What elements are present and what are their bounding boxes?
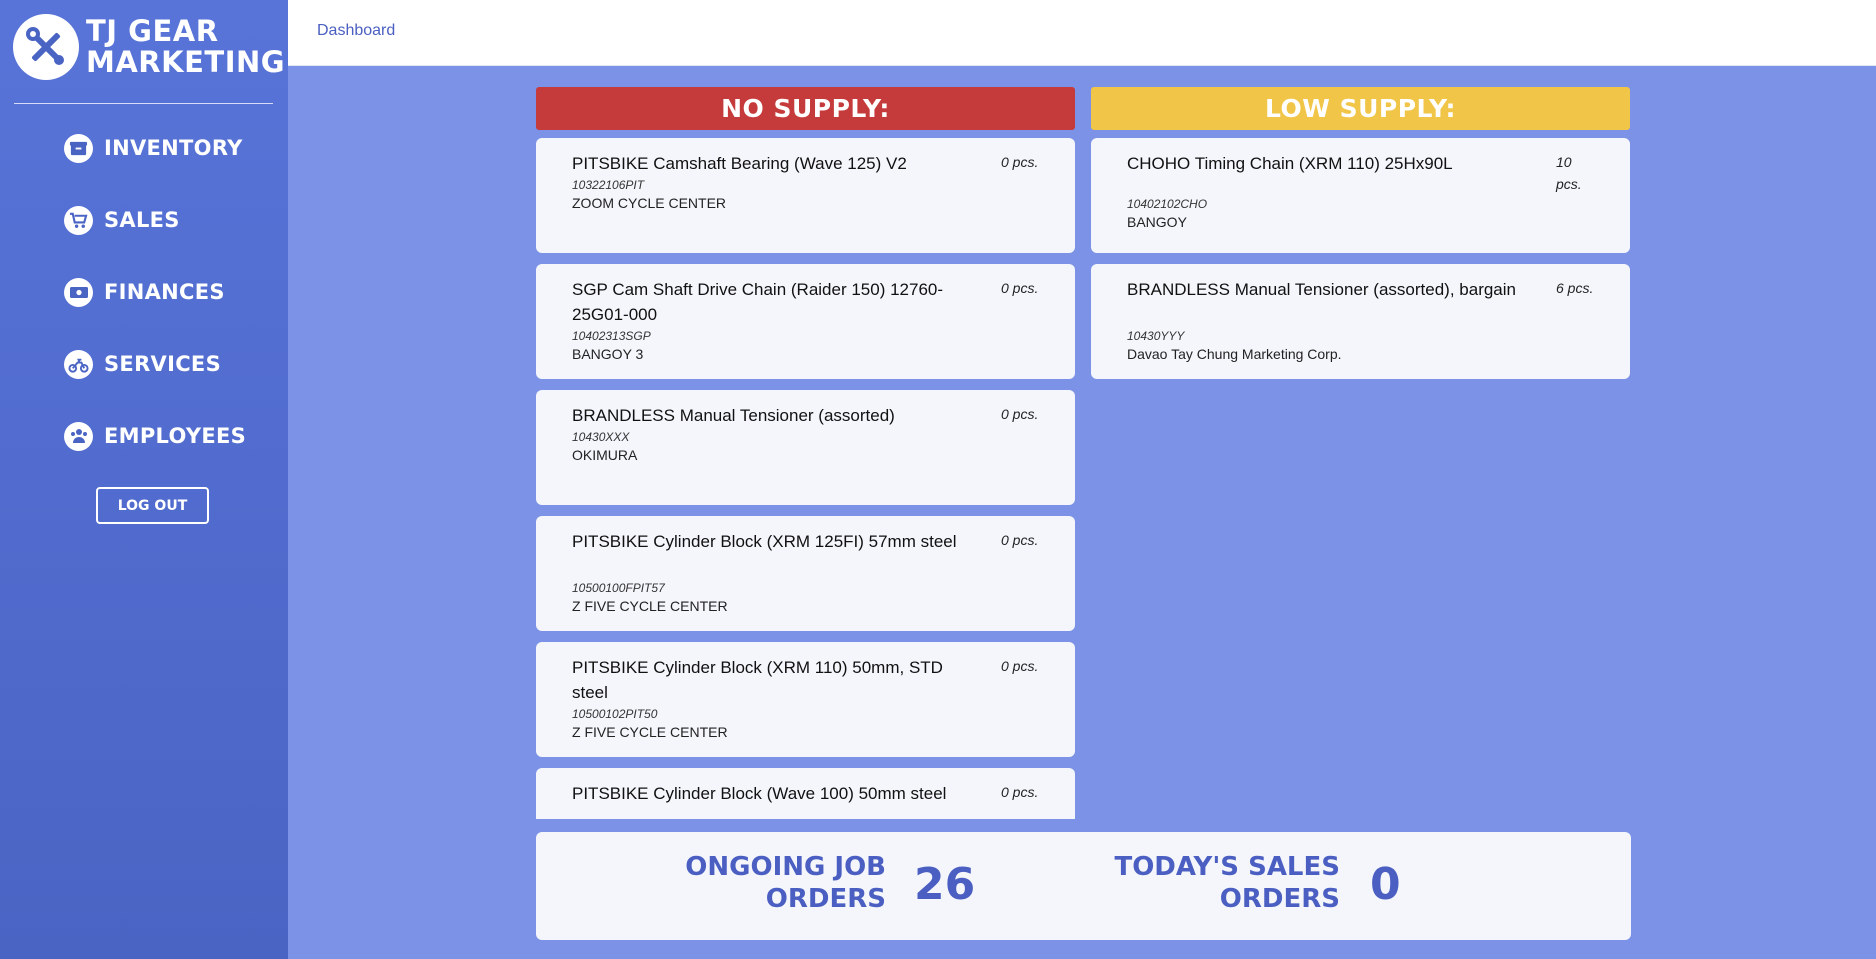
cash-icon bbox=[64, 277, 93, 307]
item-name: PITSBIKE Cylinder Block (XRM 110) 50mm, … bbox=[572, 658, 943, 702]
item-code: 10430YYY bbox=[1127, 329, 1185, 343]
item-quantity: 0 pcs. bbox=[1001, 280, 1039, 296]
item-name: BRANDLESS Manual Tensioner (assorted), b… bbox=[1127, 280, 1516, 299]
item-name: BRANDLESS Manual Tensioner (assorted) bbox=[572, 406, 895, 425]
item-supplier: Davao Tay Chung Marketing Corp. bbox=[1127, 346, 1342, 362]
brand-line-2: MARKETING bbox=[86, 45, 286, 79]
item-code: 10430XXX bbox=[572, 430, 630, 444]
low-supply-list[interactable]: CHOHO Timing Chain (XRM 110) 25Hx90L 10 … bbox=[1091, 138, 1630, 383]
sidebar-item-label: SALES bbox=[104, 208, 180, 232]
item-meta: 10500102PIT50 Z FIVE CYCLE CENTER bbox=[572, 706, 1012, 742]
sidebar: TJ GEAR MARKETING INVENTORY SALES FINANC… bbox=[0, 0, 288, 959]
job-orders-label-line-2: ORDERS bbox=[765, 884, 886, 914]
low-supply-panel: LOW SUPPLY: CHOHO Timing Chain (XRM 110)… bbox=[1091, 87, 1630, 387]
people-icon bbox=[64, 421, 93, 451]
item-code: 10402313SGP bbox=[572, 329, 651, 343]
item-supplier: Z FIVE CYCLE CENTER bbox=[572, 598, 728, 614]
job-orders-count: 26 bbox=[914, 859, 976, 910]
sidebar-item-sales[interactable]: SALES bbox=[64, 200, 180, 240]
breadcrumb[interactable]: Dashboard bbox=[317, 22, 395, 40]
item-meta: 10430YYY Davao Tay Chung Marketing Corp. bbox=[1127, 328, 1567, 364]
sales-orders-label-line-2: ORDERS bbox=[1219, 884, 1340, 914]
item-quantity: 6 pcs. bbox=[1556, 280, 1594, 296]
item-supplier: Z FIVE CYCLE CENTER bbox=[572, 724, 728, 740]
sidebar-divider bbox=[14, 103, 273, 104]
item-name: PITSBIKE Cylinder Block (XRM 125FI) 57mm… bbox=[572, 532, 957, 551]
stats-panel: ONGOING JOB ORDERS 26 TODAY'S SALES ORDE… bbox=[536, 832, 1631, 940]
list-item[interactable]: BRANDLESS Manual Tensioner (assorted) 0 … bbox=[536, 390, 1075, 505]
item-code: 10500100FPIT57 bbox=[572, 581, 665, 595]
item-quantity: 0 pcs. bbox=[1001, 154, 1039, 170]
top-bar: Dashboard bbox=[288, 0, 1876, 66]
cart-icon bbox=[64, 205, 93, 235]
sidebar-item-finances[interactable]: FINANCES bbox=[64, 272, 225, 312]
inventory-box-icon bbox=[64, 133, 93, 163]
item-quantity: 10 pcs. bbox=[1556, 154, 1582, 192]
item-supplier: BANGOY 3 bbox=[572, 346, 644, 362]
job-orders-label: ONGOING JOB ORDERS bbox=[646, 851, 886, 915]
list-item[interactable]: PITSBIKE Cylinder Block (XRM 110) 50mm, … bbox=[536, 642, 1075, 757]
motorcycle-icon bbox=[64, 349, 93, 379]
item-meta: 10322106PIT ZOOM CYCLE CENTER bbox=[572, 177, 1012, 213]
item-name: CHOHO Timing Chain (XRM 110) 25Hx90L bbox=[1127, 154, 1453, 173]
item-quantity: 0 pcs. bbox=[1001, 658, 1039, 674]
sidebar-item-label: INVENTORY bbox=[104, 136, 243, 160]
item-code: 10500102PIT50 bbox=[572, 707, 658, 721]
sidebar-item-label: FINANCES bbox=[104, 280, 225, 304]
brand-name: TJ GEAR MARKETING bbox=[86, 16, 285, 78]
logout-button[interactable]: LOG OUT bbox=[96, 487, 209, 524]
no-supply-panel: NO SUPPLY: PITSBIKE Camshaft Bearing (Wa… bbox=[536, 87, 1075, 819]
sidebar-item-inventory[interactable]: INVENTORY bbox=[64, 128, 243, 168]
list-item[interactable]: PITSBIKE Cylinder Block (XRM 125FI) 57mm… bbox=[536, 516, 1075, 631]
job-orders-label-line-1: ONGOING JOB bbox=[685, 852, 886, 882]
item-meta: 10430XXX OKIMURA bbox=[572, 429, 1012, 465]
brand[interactable]: TJ GEAR MARKETING bbox=[13, 14, 285, 84]
sales-orders-label-line-1: TODAY'S SALES bbox=[1114, 852, 1340, 882]
sidebar-item-employees[interactable]: EMPLOYEES bbox=[64, 416, 246, 456]
low-supply-header: LOW SUPPLY: bbox=[1091, 87, 1630, 130]
item-quantity: 0 pcs. bbox=[1001, 532, 1039, 548]
item-code: 10322106PIT bbox=[572, 178, 645, 192]
item-supplier: BANGOY bbox=[1127, 214, 1187, 230]
item-quantity: 0 pcs. bbox=[1001, 406, 1039, 422]
item-code: 10402102CHO bbox=[1127, 197, 1208, 211]
item-supplier: ZOOM CYCLE CENTER bbox=[572, 195, 727, 211]
list-item[interactable]: PITSBIKE Camshaft Bearing (Wave 125) V2 … bbox=[536, 138, 1075, 253]
sidebar-item-label: EMPLOYEES bbox=[104, 424, 247, 448]
sales-orders-label: TODAY'S SALES ORDERS bbox=[1070, 851, 1340, 915]
sales-orders-count: 0 bbox=[1370, 859, 1401, 910]
item-quantity: 0 pcs. bbox=[1001, 784, 1039, 800]
item-meta: 10500100FPIT57 Z FIVE CYCLE CENTER bbox=[572, 580, 1012, 616]
list-item[interactable]: SGP Cam Shaft Drive Chain (Raider 150) 1… bbox=[536, 264, 1075, 379]
item-meta: 10402313SGP BANGOY 3 bbox=[572, 328, 1012, 364]
brand-line-1: TJ GEAR bbox=[86, 14, 219, 48]
no-supply-header: NO SUPPLY: bbox=[536, 87, 1075, 130]
sidebar-item-services[interactable]: SERVICES bbox=[64, 344, 221, 384]
wrench-screwdriver-icon bbox=[13, 14, 79, 80]
item-supplier: OKIMURA bbox=[572, 447, 638, 463]
list-item[interactable]: PITSBIKE Cylinder Block (Wave 100) 50mm … bbox=[536, 768, 1075, 819]
list-item[interactable]: CHOHO Timing Chain (XRM 110) 25Hx90L 10 … bbox=[1091, 138, 1630, 253]
sidebar-item-label: SERVICES bbox=[104, 352, 221, 376]
item-meta: 10402102CHO BANGOY bbox=[1127, 196, 1567, 232]
list-item[interactable]: BRANDLESS Manual Tensioner (assorted), b… bbox=[1091, 264, 1630, 379]
no-supply-list[interactable]: PITSBIKE Camshaft Bearing (Wave 125) V2 … bbox=[536, 138, 1075, 819]
item-name: SGP Cam Shaft Drive Chain (Raider 150) 1… bbox=[572, 280, 944, 324]
item-name: PITSBIKE Camshaft Bearing (Wave 125) V2 bbox=[572, 154, 907, 173]
item-name: PITSBIKE Cylinder Block (Wave 100) 50mm … bbox=[572, 784, 947, 803]
